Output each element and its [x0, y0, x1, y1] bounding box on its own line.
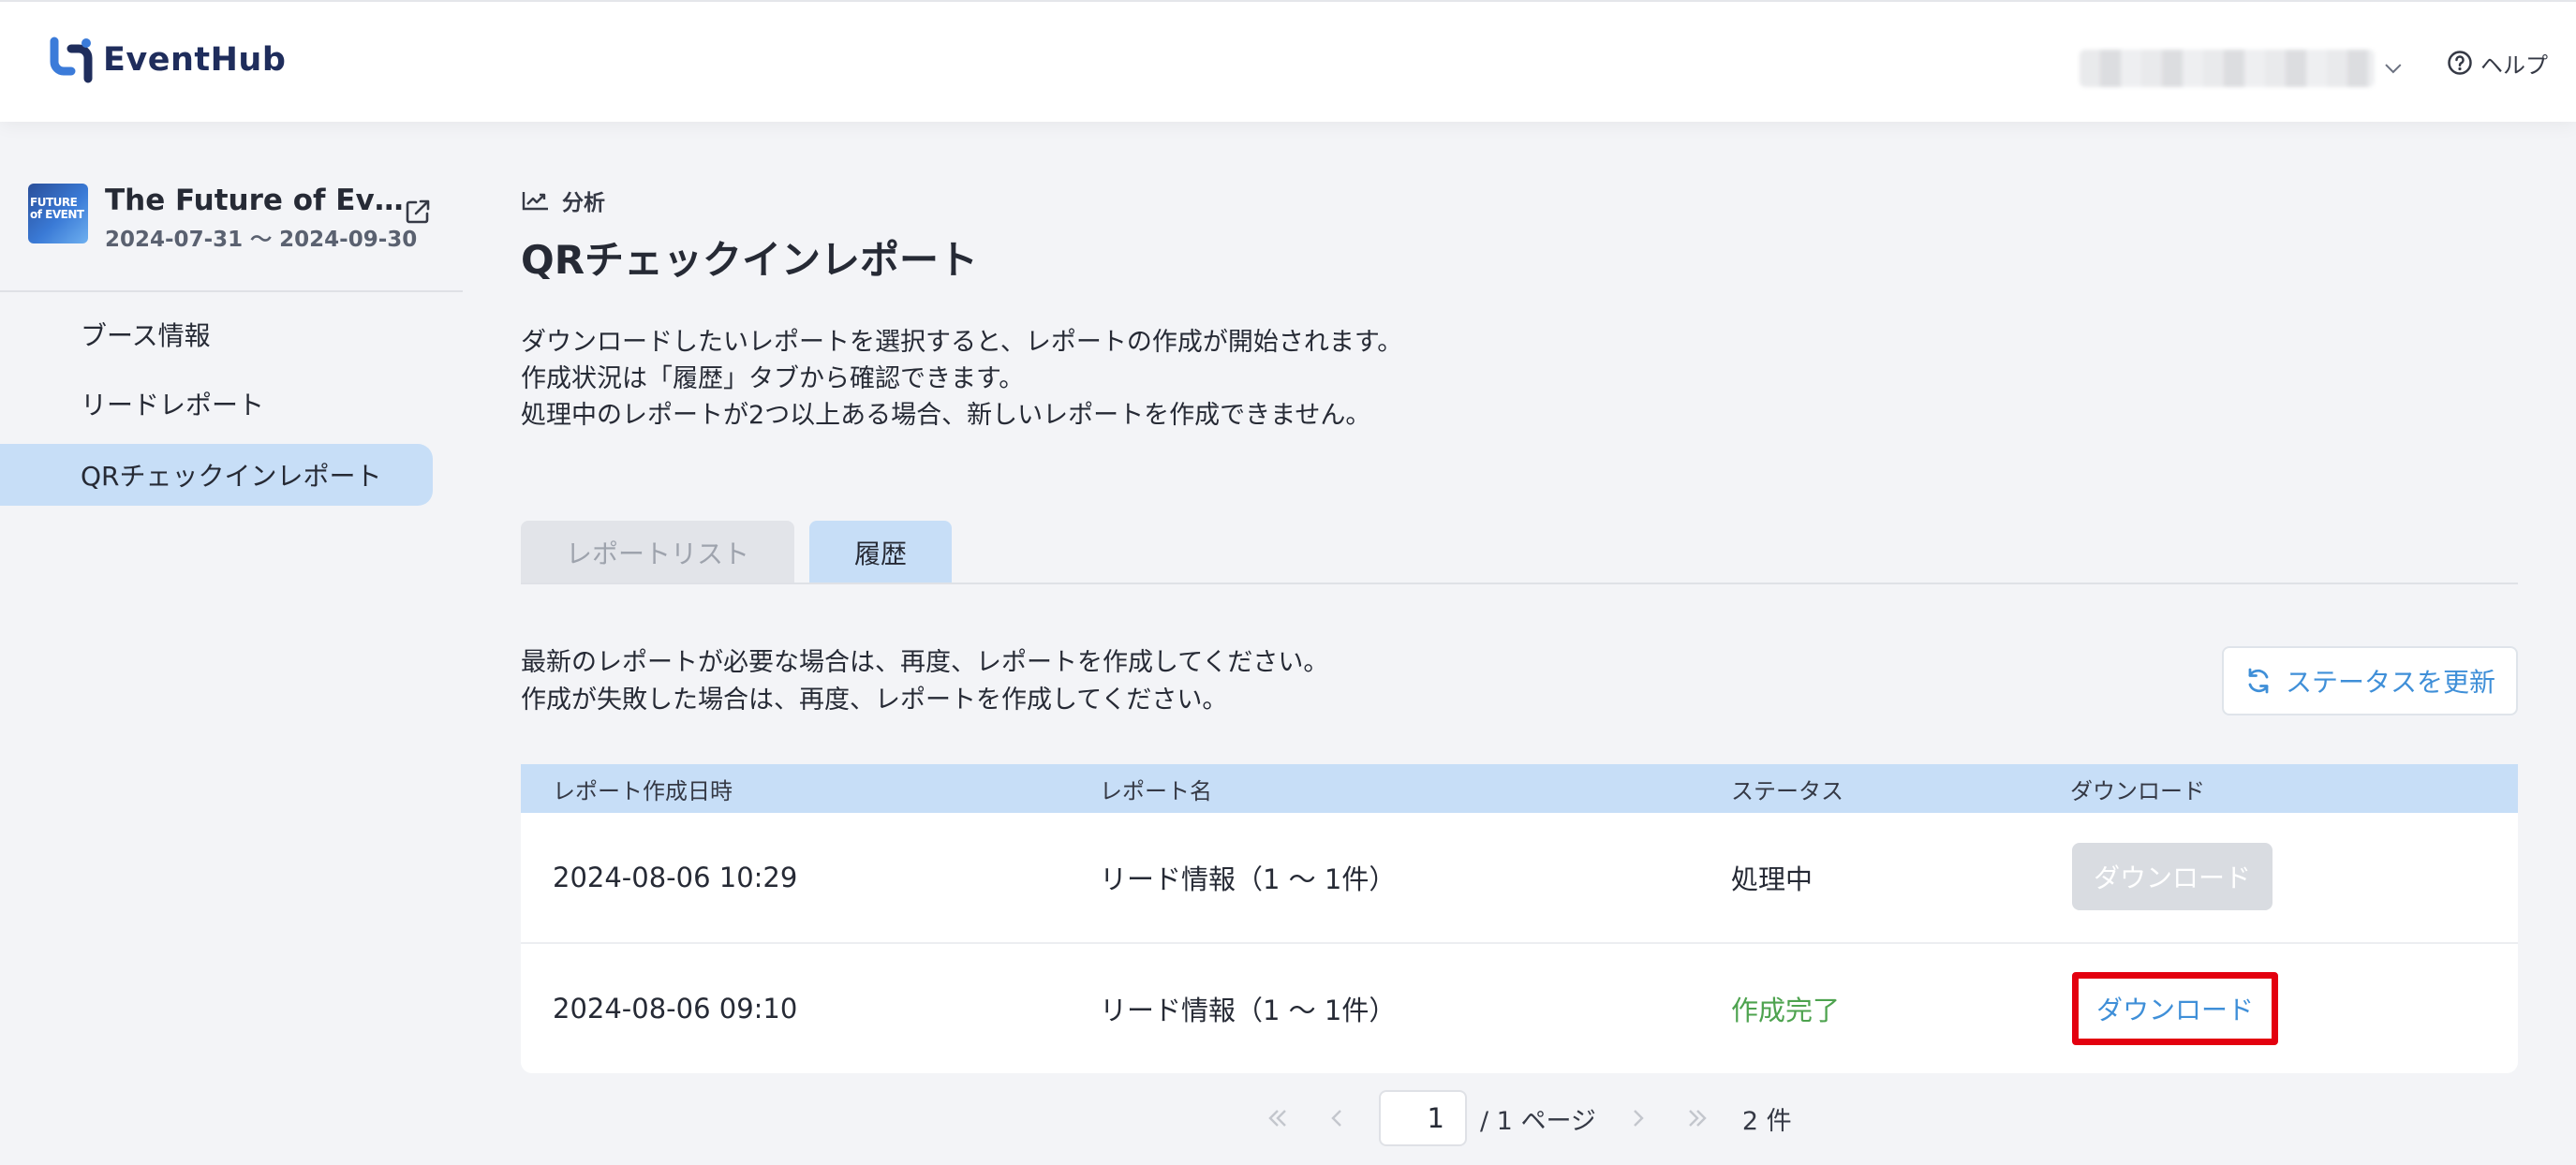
report-history-table: レポート作成日時 レポート名 ステータス ダウンロード 2024-08-06 1…	[521, 764, 2518, 1073]
account-menu[interactable]	[2080, 49, 2403, 88]
event-dates: 2024-07-31 〜 2024-09-30	[105, 228, 418, 252]
page-description: ダウンロードしたいレポートを選択すると、レポートの作成が開始されます。 作成状況…	[521, 324, 2020, 434]
sidebar-item-label: リードレポート	[81, 390, 265, 420]
table-header: レポート作成日時 レポート名 ステータス ダウンロード	[521, 764, 2518, 813]
download-button-disabled: ダウンロード	[2072, 843, 2273, 910]
sidebar-item-label: QRチェックインレポート	[81, 461, 382, 492]
description-line: 処理中のレポートが2つ以上ある場合、新しいレポートを作成できません。	[521, 401, 1371, 430]
event-title: The Future of Events	[105, 184, 405, 217]
description-line: ダウンロードしたいレポートを選択すると、レポートの作成が開始されます。	[521, 328, 1403, 357]
page-title: QRチェックインレポート	[521, 237, 979, 283]
cell-created: 2024-08-06 09:10	[553, 993, 798, 1025]
sidebar-item-qr-checkin-report[interactable]: QRチェックインレポート	[0, 444, 433, 506]
event-thumbnail: FUTURE of EVENT	[28, 184, 88, 243]
help-link[interactable]: ヘルプ	[2447, 47, 2548, 79]
help-label: ヘルプ	[2480, 52, 2548, 79]
refresh-status-button[interactable]: ステータスを更新	[2222, 646, 2518, 715]
question-circle-icon	[2448, 51, 2472, 75]
column-header-name: レポート名	[1100, 777, 1212, 804]
note-line: 作成が失敗した場合は、再度、レポートを作成してください。	[521, 686, 1228, 715]
breadcrumb-label: 分析	[562, 191, 605, 215]
trending-up-icon	[522, 192, 548, 211]
app-name: EventHub	[103, 41, 287, 79]
sidebar-divider	[0, 290, 463, 292]
download-button[interactable]: ダウンロード	[2072, 972, 2278, 1045]
description-line: 作成状況は「履歴」タブから確認できます。	[521, 364, 1025, 393]
cell-status: 作成完了	[1731, 995, 1841, 1026]
pagination: 1 / 1 ページ 2 件	[1265, 1090, 1792, 1146]
tab-history[interactable]: 履歴	[809, 521, 952, 584]
event-summary: FUTURE of EVENT The Future of Events 202…	[28, 184, 468, 252]
cell-report-name: リード情報（1 〜 1件）	[1100, 995, 1397, 1026]
first-page-icon[interactable]	[1265, 1105, 1291, 1131]
column-header-created: レポート作成日時	[553, 777, 733, 804]
history-notes: 最新のレポートが必要な場合は、再度、レポートを作成してください。 作成が失敗した…	[521, 644, 1328, 719]
page-total-label: / 1 ページ	[1480, 1106, 1596, 1136]
app-logo[interactable]: EventHub	[49, 36, 286, 84]
cell-report-name: リード情報（1 〜 1件）	[1100, 863, 1397, 895]
column-header-status: ステータス	[1731, 777, 1843, 804]
last-page-icon[interactable]	[1684, 1105, 1710, 1131]
sidebar-item-booth-info[interactable]: ブース情報	[0, 303, 433, 365]
breadcrumb: 分析	[521, 185, 605, 215]
external-link-icon[interactable]	[403, 197, 433, 227]
top-header: EventHub ヘルプ	[0, 0, 2576, 122]
page-number-input[interactable]: 1	[1379, 1090, 1467, 1146]
account-name-redacted	[2080, 50, 2376, 87]
total-count: 2 件	[1741, 1106, 1792, 1136]
cell-status: 処理中	[1731, 863, 1814, 895]
refresh-status-label: ステータスを更新	[2285, 667, 2495, 698]
sidebar-item-lead-report[interactable]: リードレポート	[0, 373, 433, 435]
next-page-icon[interactable]	[1624, 1105, 1651, 1131]
previous-page-icon[interactable]	[1325, 1105, 1351, 1131]
chevron-down-icon	[2385, 64, 2402, 74]
column-header-download: ダウンロード	[2070, 777, 2205, 804]
sidebar-item-label: ブース情報	[81, 320, 211, 351]
table-row: 2024-08-06 10:29 リード情報（1 〜 1件） 処理中 ダウンロー…	[521, 813, 2518, 944]
cell-created: 2024-08-06 10:29	[553, 862, 798, 893]
eventhub-logo-icon	[50, 37, 93, 83]
refresh-icon	[2248, 668, 2269, 694]
table-row: 2024-08-06 09:10 リード情報（1 〜 1件） 作成完了 ダウンロ…	[521, 944, 2518, 1073]
note-line: 最新のレポートが必要な場合は、再度、レポートを作成してください。	[521, 648, 1329, 677]
tab-divider	[521, 582, 2518, 584]
tab-report-list[interactable]: レポートリスト	[521, 521, 794, 584]
